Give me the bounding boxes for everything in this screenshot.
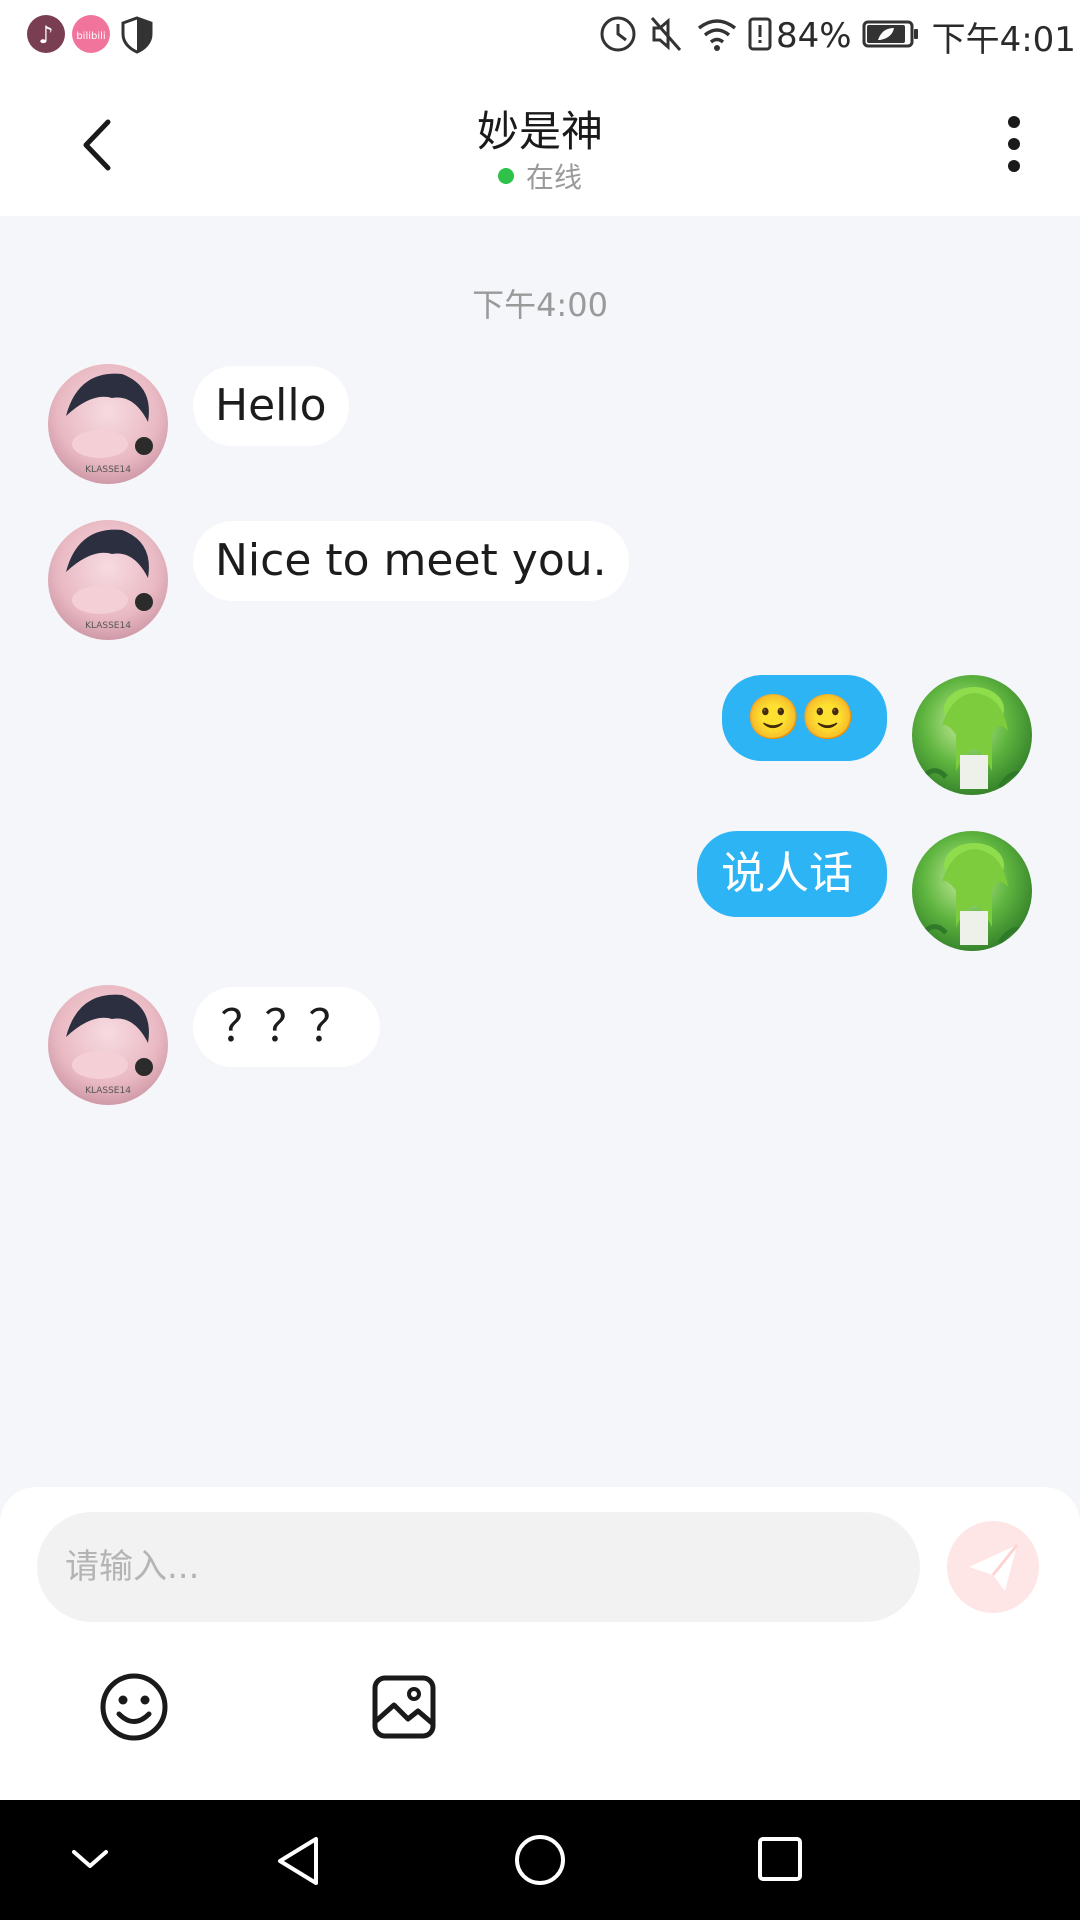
image-icon [372, 1675, 436, 1739]
battery-icon [862, 19, 920, 53]
message-bubble-incoming[interactable]: Hello [193, 366, 349, 446]
svg-text:KLASSE14: KLASSE14 [85, 1086, 131, 1096]
system-nav-bar [0, 1800, 1080, 1920]
online-status-text: 在线 [525, 161, 582, 194]
bilibili-icon: bilibili [72, 15, 110, 53]
message-timestamp: 下午4:00 [472, 286, 608, 324]
nav-back-button[interactable] [272, 1834, 326, 1888]
clock: 下午4:01 [931, 19, 1076, 60]
page-title: 妙是神 [476, 107, 603, 156]
nav-recents-button[interactable] [757, 1836, 803, 1882]
online-dot-icon [497, 168, 514, 184]
image-button[interactable] [370, 1673, 438, 1741]
status-bar: ♪ bilibili 84% 下午4:01 [0, 0, 1080, 74]
message-bubble-outgoing[interactable]: 🙂🙂 [722, 675, 887, 761]
message-bubble-incoming[interactable]: ？？？ [193, 987, 380, 1067]
mute-icon [648, 14, 684, 58]
svg-text:♪: ♪ [38, 21, 53, 49]
user-avatar[interactable] [912, 675, 1032, 795]
more-options-button[interactable] [990, 114, 1038, 178]
alert-icon [748, 14, 772, 58]
data-saver-icon [598, 14, 638, 58]
hide-keyboard-icon [72, 1850, 108, 1868]
send-icon [969, 1544, 1019, 1591]
contact-avatar[interactable]: KLASSE14 [48, 985, 168, 1105]
contact-avatar[interactable]: KLASSE14 [48, 520, 168, 640]
svg-text:KLASSE14: KLASSE14 [85, 465, 131, 475]
more-vertical-icon [1008, 116, 1020, 172]
contact-avatar[interactable]: KLASSE14 [48, 364, 168, 484]
online-status: 在线 [0, 156, 1080, 196]
tiktok-icon: ♪ [27, 15, 65, 53]
message-input[interactable] [37, 1512, 920, 1622]
emoji-icon [100, 1673, 168, 1741]
svg-text:bilibili: bilibili [76, 31, 105, 42]
svg-text:KLASSE14: KLASSE14 [85, 621, 131, 631]
recents-square-icon [758, 1837, 802, 1881]
hide-keyboard-button[interactable] [68, 1842, 112, 1876]
wifi-icon [696, 14, 738, 58]
chat-header: 妙是神 在线 [0, 74, 1080, 216]
user-avatar[interactable] [912, 831, 1032, 951]
send-button[interactable] [947, 1521, 1039, 1613]
emoji-button[interactable] [98, 1671, 170, 1743]
back-triangle-icon [278, 1837, 318, 1885]
message-bubble-incoming[interactable]: Nice to meet you. [193, 521, 629, 601]
home-circle-icon [515, 1835, 565, 1885]
shield-icon [120, 16, 154, 58]
nav-home-button[interactable] [513, 1833, 567, 1887]
message-bubble-outgoing[interactable]: 说人话 [697, 831, 887, 917]
status-icons: 84% 下午4:01 [598, 14, 1076, 60]
composer-panel [0, 1487, 1080, 1800]
battery-percent: 84% [776, 16, 852, 56]
